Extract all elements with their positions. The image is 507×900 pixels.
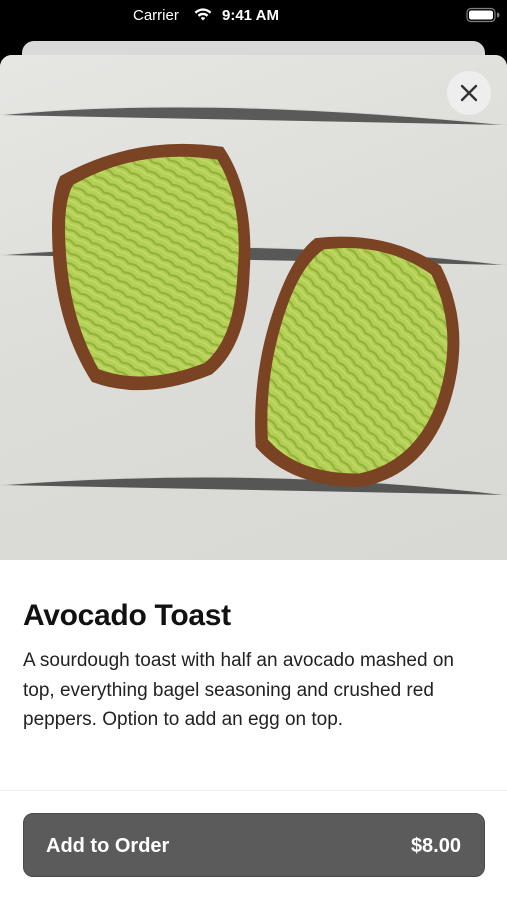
wifi-icon	[194, 8, 212, 21]
close-button[interactable]	[447, 71, 491, 115]
price-label: $8.00	[410, 835, 461, 857]
add-to-order-label: Add to Order	[46, 835, 170, 857]
carrier-label: Carrier	[133, 7, 179, 24]
battery-icon	[466, 7, 500, 23]
clock: 9:41 AM	[222, 7, 279, 24]
status-bar: Carrier 9:41 AM	[0, 0, 507, 34]
toast-left	[52, 143, 251, 391]
close-icon	[460, 84, 478, 102]
divider	[0, 790, 507, 791]
product-description: A sourdough toast with half an avocado m…	[23, 650, 454, 730]
product-image	[0, 55, 507, 560]
add-to-order-button[interactable]: Add to Order $8.00	[23, 813, 485, 877]
product-title: Avocado Toast	[23, 599, 231, 632]
toast-right	[255, 236, 460, 487]
avocado-toast-photo	[0, 106, 507, 496]
product-sheet: Avocado Toast A sourdough toast with hal…	[0, 55, 507, 900]
